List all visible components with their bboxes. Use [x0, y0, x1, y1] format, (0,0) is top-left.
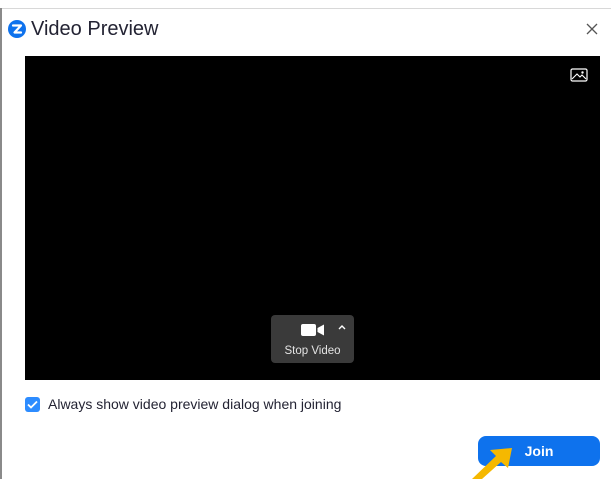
dialog-title: Video Preview	[31, 18, 159, 40]
always-show-preview-option[interactable]: Always show video preview dialog when jo…	[25, 395, 341, 413]
video-camera-icon	[301, 324, 324, 336]
window-top-border	[0, 8, 611, 9]
window-left-border	[0, 8, 2, 479]
always-show-preview-checkbox[interactable]	[25, 396, 40, 412]
pointer-arrow-icon	[472, 448, 512, 479]
stop-video-button[interactable]: Stop Video	[271, 315, 354, 363]
always-show-preview-label: Always show video preview dialog when jo…	[48, 396, 342, 412]
close-button[interactable]	[579, 16, 605, 42]
dialog-titlebar: Video Preview	[0, 10, 611, 48]
checkmark-icon	[27, 400, 38, 409]
video-preview-area: Stop Video	[25, 56, 600, 380]
zoom-logo-icon	[8, 20, 26, 38]
caret-up-icon[interactable]	[337, 323, 347, 331]
picture-icon[interactable]	[570, 68, 588, 82]
close-icon	[586, 23, 598, 35]
stop-video-label: Stop Video	[284, 345, 341, 357]
